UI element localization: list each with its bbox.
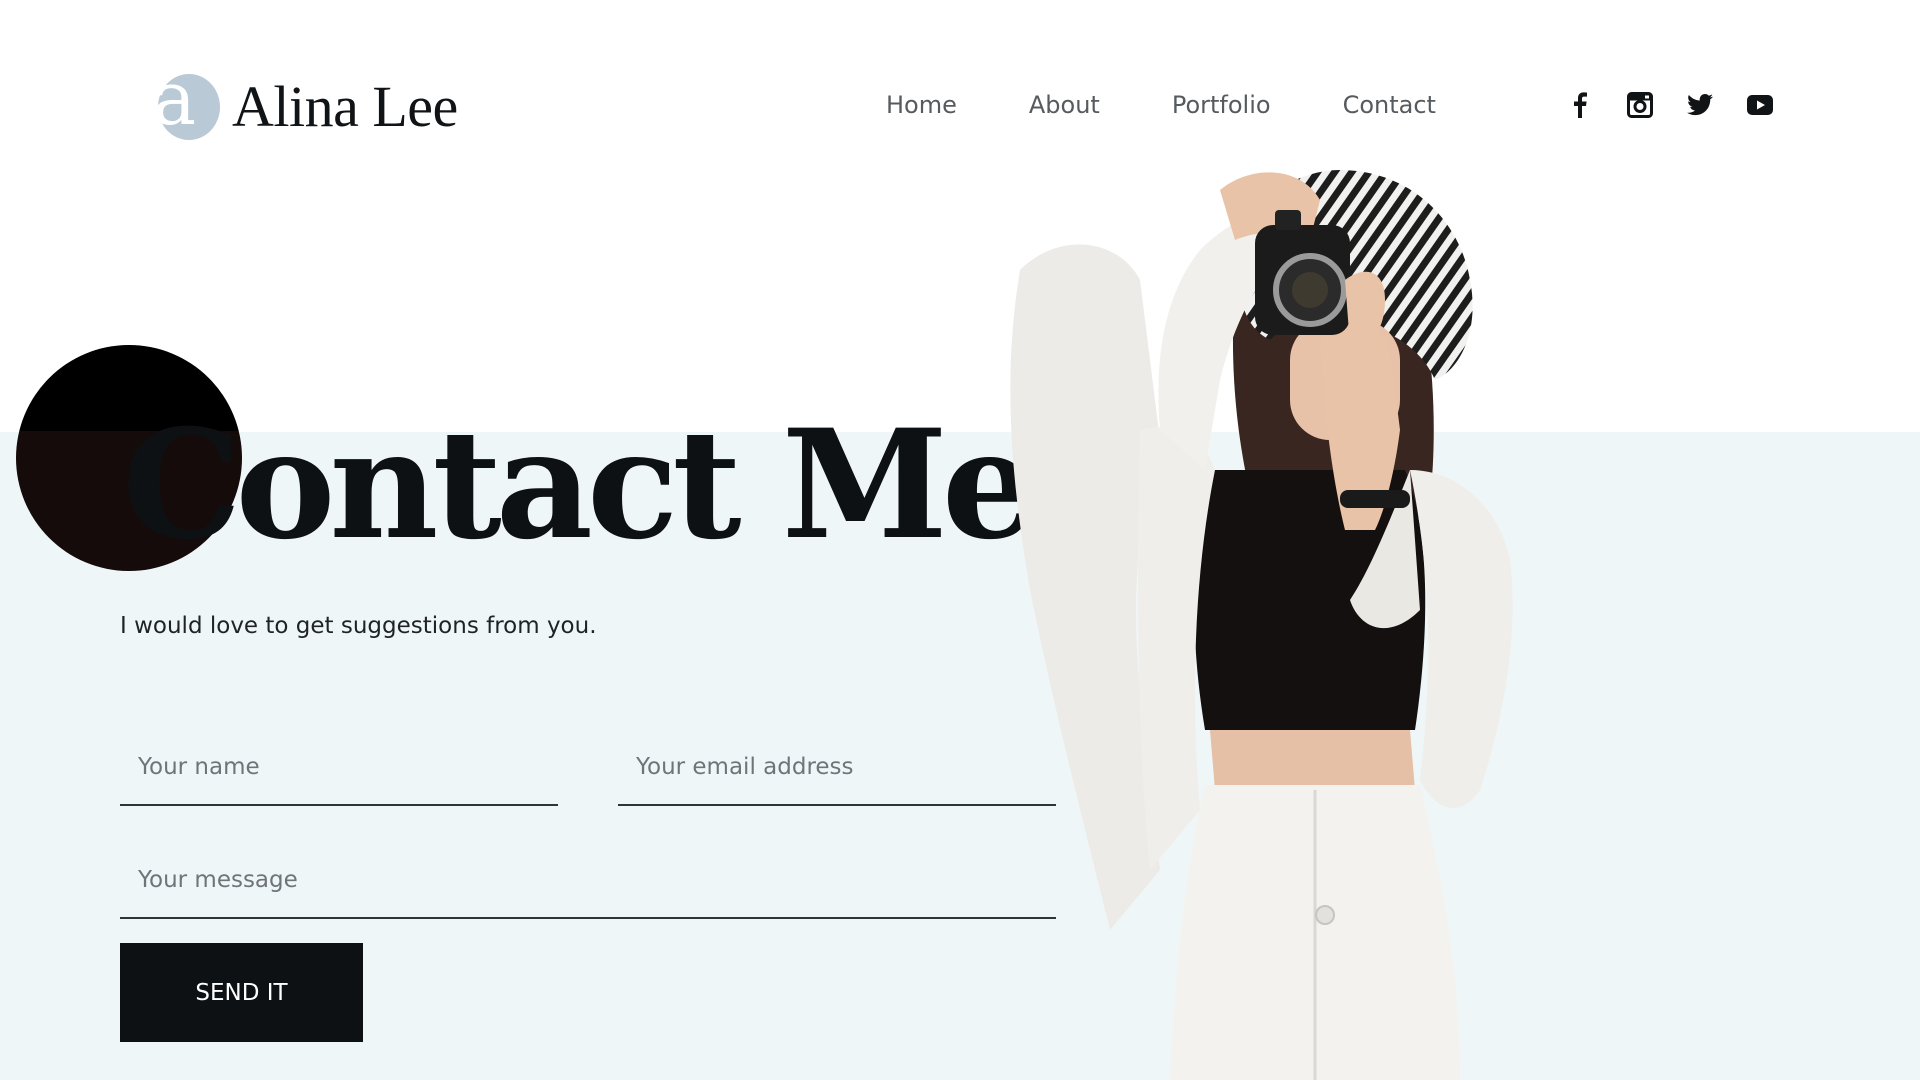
- nav-contact-link[interactable]: Contact: [1343, 88, 1436, 122]
- youtube-icon[interactable]: [1744, 88, 1776, 122]
- contact-page: a Alina Lee Home About Portfolio Contact: [0, 0, 1920, 1080]
- message-field: [120, 843, 1056, 919]
- logo-mark: a: [150, 62, 220, 142]
- main-nav: Home About Portfolio Contact: [886, 88, 1436, 122]
- nav-portfolio-link[interactable]: Portfolio: [1172, 88, 1271, 122]
- page-title: Contact Me: [122, 397, 1037, 573]
- twitter-icon[interactable]: [1684, 88, 1716, 122]
- instagram-icon[interactable]: [1624, 88, 1656, 122]
- site-logo[interactable]: a Alina Lee: [150, 62, 458, 142]
- logo-letter: a: [152, 56, 197, 142]
- nav-about-link[interactable]: About: [1029, 88, 1100, 122]
- hero-heading-group: Contact Me: [16, 345, 1037, 585]
- page-subtitle: I would love to get suggestions from you…: [120, 613, 597, 639]
- logo-name: Alina Lee: [232, 74, 458, 139]
- name-input[interactable]: [120, 730, 558, 804]
- send-button[interactable]: SEND IT: [120, 943, 363, 1042]
- name-field: [120, 730, 558, 806]
- message-input[interactable]: [120, 843, 1056, 917]
- facebook-icon[interactable]: [1564, 88, 1596, 122]
- hero-photo: [1010, 170, 1513, 1080]
- social-links: [1564, 88, 1776, 122]
- nav-home-link[interactable]: Home: [886, 88, 957, 122]
